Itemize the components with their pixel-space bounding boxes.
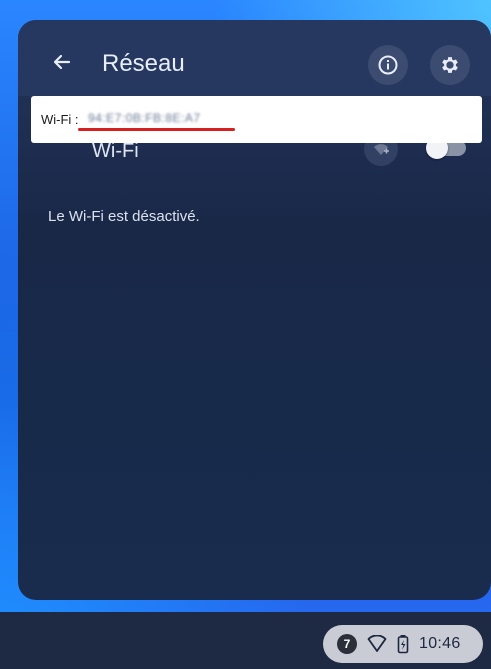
- mac-address-value: 94:E7:0B:FB:8E:A7: [88, 111, 201, 125]
- info-button[interactable]: [368, 45, 408, 85]
- status-tray[interactable]: 7 10:46: [323, 625, 483, 663]
- back-arrow-icon: [53, 54, 71, 70]
- wifi-label: Wi-Fi: [92, 140, 139, 162]
- clock: 10:46: [419, 635, 461, 652]
- gear-icon: [442, 57, 458, 73]
- mac-address-overlay: Wi-Fi : 94:E7:0B:FB:8E:A7: [31, 96, 482, 143]
- panel-header: Réseau: [18, 20, 491, 96]
- mac-address-label: Wi-Fi :: [41, 112, 79, 127]
- notification-count-badge: 7: [337, 634, 357, 654]
- page-title: Réseau: [102, 50, 185, 77]
- back-button[interactable]: [48, 48, 76, 76]
- battery-charging-icon: [397, 634, 409, 654]
- settings-button[interactable]: [430, 45, 470, 85]
- red-underline-annotation: [78, 128, 235, 131]
- wifi-icon: [367, 635, 387, 653]
- info-icon: [378, 55, 398, 75]
- wifi-status-text: Le Wi-Fi est désactivé.: [48, 208, 200, 225]
